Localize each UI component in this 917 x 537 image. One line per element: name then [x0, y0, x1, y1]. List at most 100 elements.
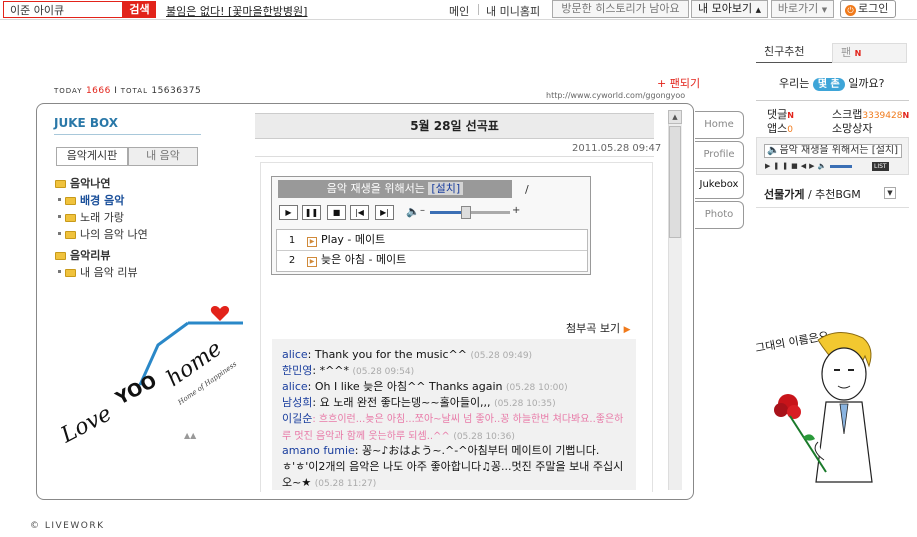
comment: alice: Thank you for the music^^ (05.28 … [282, 347, 632, 364]
homepage-url[interactable]: http://www.cyworld.com/ggongyoo [546, 91, 685, 100]
gift-shop-link[interactable]: 선물가게 / 추천BGM [764, 186, 861, 202]
comment-author[interactable]: alice [282, 348, 308, 361]
scrollbar-thumb[interactable] [669, 126, 681, 238]
folder-icon [55, 180, 66, 188]
login-button[interactable]: ⏻ 로그인 [840, 0, 896, 18]
volume-minus-icon: – [420, 205, 425, 216]
branch-icon [58, 270, 61, 273]
comment-author[interactable]: 이길순 [282, 412, 312, 425]
tree-label: 음악리뷰 [70, 249, 111, 262]
player-time-slash: / [525, 183, 529, 196]
copyright: © LIVEWORK [30, 521, 105, 531]
next-icon: ▶| [380, 208, 389, 217]
comment-time: (05.28 10:35) [494, 399, 556, 409]
comment-author[interactable]: amano fumie [282, 444, 355, 457]
promo-link[interactable]: 불임은 없다! [꽃마을한방병원] [166, 3, 307, 19]
total-count: 15636375 [151, 86, 202, 96]
nav-collection-button[interactable]: 내 모아보기 ▲ [691, 0, 768, 18]
tab-my-music[interactable]: 내 음악 [128, 147, 198, 165]
tab-friend-recommend[interactable]: 친구추천 [756, 43, 832, 63]
next-button[interactable]: ▶| [375, 205, 394, 220]
stat-wish-box[interactable]: 소망상자 [832, 120, 872, 136]
playlist-button[interactable]: LIST [872, 162, 889, 171]
scroll-up-button[interactable]: ▲ [668, 110, 682, 124]
comment: 남성희: 요 노래 완전 좋다는뎅~~홀아들이,,, (05.28 10:35) [282, 395, 632, 412]
folder-icon [65, 214, 76, 222]
comment-author[interactable]: alice [282, 380, 308, 393]
volume-slider-handle[interactable] [461, 206, 471, 219]
attached-songs-link[interactable]: 첨부곡 보기 ▶ [566, 320, 631, 336]
triangle-down-icon: ▼ [821, 6, 828, 14]
tree-label: 나의 음악 나연 [80, 228, 148, 241]
arrow-right-icon: ▶ [623, 325, 631, 335]
chevron-down-icon: ▼ [887, 189, 893, 197]
playlist-item[interactable]: 1 ▶ Play - 메이트 [277, 230, 587, 250]
tree-label: 음악나연 [70, 177, 111, 190]
cartoon-boy-with-rose: 그대의 이름은요 [754, 329, 873, 483]
tree-item-music-story[interactable]: 음악나연 [55, 175, 110, 191]
folder-icon [65, 269, 76, 277]
player-install-link[interactable]: [설치] [428, 182, 464, 195]
play-button[interactable]: ▶ [279, 205, 298, 220]
branch-icon [58, 232, 61, 235]
stop-button[interactable]: ■ [327, 205, 346, 220]
scroll-up-down-icon[interactable]: ▲▲ [184, 431, 196, 440]
total-label: TOTAL [120, 87, 148, 95]
nav-main[interactable]: 메인 [449, 3, 469, 19]
side-tab-home[interactable]: Home [695, 111, 744, 139]
pause-button[interactable]: ❚❚ [302, 205, 321, 220]
comment-author[interactable]: 한민영 [282, 364, 312, 377]
gift-dropdown-button[interactable]: ▼ [884, 187, 896, 199]
tree-item-my-music-story[interactable]: 나의 음악 나연 [58, 226, 148, 242]
nav-shortcut-label: 바로가기 [777, 2, 819, 15]
login-label: 로그인 [858, 2, 889, 15]
logo-home-text: home [162, 336, 227, 392]
volume-icon[interactable]: 🔈 [406, 205, 420, 218]
comments-area: alice: Thank you for the music^^ (05.28 … [272, 339, 636, 490]
tree-item-song-share[interactable]: 노래 가랑 [58, 209, 124, 225]
branch-icon [58, 215, 61, 218]
tab-fan[interactable]: 팬 N [832, 43, 907, 63]
tree-item-bgm[interactable]: 배경 음악 [58, 192, 124, 208]
stop-icon: ■ [332, 208, 341, 217]
mini-player-status[interactable]: 🔈음악 재생을 위해서는 [설치] [764, 144, 902, 158]
love-yoo-home-logo: Love YOO home Home of Happiness [58, 306, 243, 449]
sidebar-divider [756, 207, 909, 208]
stat-label: 소망상자 [832, 122, 873, 135]
side-tab-jukebox[interactable]: Jukebox [695, 171, 744, 199]
comment-text: : *^^* [312, 364, 350, 377]
comment-text: : Oh I like 늦은 아침^^ Thanks again [307, 380, 503, 393]
mini-player-controls[interactable]: ▶❚❚■◀▶🔈 [765, 162, 829, 170]
tab-music-board[interactable]: 음악게시판 [56, 147, 128, 165]
stat-apps[interactable]: 앱스0 [767, 120, 793, 136]
nav-collection-label: 내 모아보기 [698, 2, 753, 15]
logo-yoo-text: YOO [112, 371, 161, 410]
search-button[interactable]: 검색 [123, 1, 156, 18]
nav-minihompy[interactable]: 내 미니홈피 [486, 3, 540, 19]
nav-history[interactable]: 방문한 히스토리가 남아요 [552, 0, 689, 18]
tab-divider [56, 165, 198, 166]
side-tab-profile[interactable]: Profile [695, 141, 744, 169]
comment: 이길순: 흐흐이런...늦은 아침...쪼아~날씨 넘 좋아..꽁 하늘한번 쳐… [282, 411, 632, 445]
comment-time: (05.28 09:54) [352, 367, 415, 377]
triangle-up-icon: ▲ [755, 6, 761, 14]
tree-item-music-review[interactable]: 음악리뷰 [55, 247, 110, 263]
power-icon: ⏻ [845, 5, 856, 16]
become-fan-link[interactable]: + 팬되기 [657, 75, 700, 91]
mini-volume-bar[interactable] [830, 165, 852, 168]
tree-label: 내 음악 리뷰 [80, 266, 138, 279]
player-message: 음악 재생을 위해서는 [326, 182, 425, 195]
today-label: TODAY [54, 87, 83, 95]
prev-button[interactable]: |◀ [350, 205, 369, 220]
playlist-item[interactable]: 2 ▶ 늦은 아침 - 메이트 [277, 250, 587, 270]
volume-plus-icon: + [512, 205, 521, 216]
nav-separator [478, 4, 479, 15]
track-title: Play - 메이트 [321, 233, 386, 246]
tree-item-my-review[interactable]: 내 음악 리뷰 [58, 264, 138, 280]
new-badge: N [854, 49, 862, 58]
comment-author[interactable]: 남성희 [282, 396, 312, 409]
search-input[interactable] [3, 1, 123, 18]
nav-shortcut-button[interactable]: 바로가기 ▼ [771, 0, 834, 18]
side-tab-photo[interactable]: Photo [695, 201, 744, 229]
relation-question[interactable]: 우리는 몇 촌 일까요? [779, 75, 884, 91]
